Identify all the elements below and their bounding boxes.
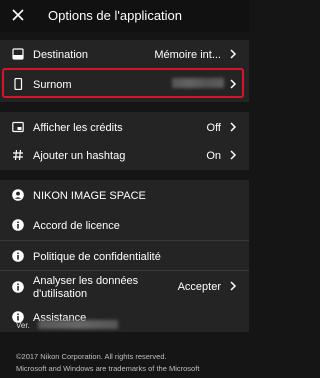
divider bbox=[0, 270, 249, 271]
copyright-line2: Microsoft and Windows are trademarks of … bbox=[16, 364, 200, 373]
nikon-image-space-label: NIKON IMAGE SPACE bbox=[33, 190, 146, 202]
analytics-value: Accepter bbox=[177, 281, 221, 293]
destination-value: Mémoire int... bbox=[154, 49, 221, 61]
info-icon bbox=[12, 250, 24, 262]
nikon-image-space-row[interactable]: NIKON IMAGE SPACE bbox=[0, 183, 249, 207]
page-title: Options de l'application bbox=[48, 8, 183, 23]
credits-label: Afficher les crédits bbox=[33, 122, 123, 134]
info-icon bbox=[12, 281, 24, 293]
version-label: Ver. bbox=[16, 321, 30, 330]
chevron-right-icon bbox=[230, 150, 237, 160]
license-label: Accord de licence bbox=[33, 220, 120, 232]
version-number-redacted bbox=[38, 320, 118, 329]
highlight-frame bbox=[2, 68, 244, 98]
user-icon bbox=[12, 189, 24, 201]
info-group: NIKON IMAGE SPACE Accord de licence Poli… bbox=[0, 180, 249, 332]
credits-icon bbox=[12, 121, 24, 133]
chevron-right-icon bbox=[230, 49, 237, 59]
credits-value: Off bbox=[206, 122, 221, 134]
hashtag-label: Ajouter un hashtag bbox=[33, 150, 126, 162]
hashtag-icon bbox=[13, 149, 23, 161]
analytics-label-line2: d'utilisation bbox=[33, 288, 88, 300]
hashtag-value: On bbox=[206, 150, 221, 162]
credits-row[interactable]: Afficher les crédits Off bbox=[0, 115, 249, 139]
storage-icon bbox=[12, 48, 24, 60]
info-icon bbox=[12, 219, 24, 231]
license-row[interactable]: Accord de licence bbox=[0, 213, 249, 237]
share-settings-group: Afficher les crédits Off Ajouter un hash… bbox=[0, 112, 249, 170]
copyright-line1: ©2017 Nikon Corporation. All rights rese… bbox=[16, 352, 167, 361]
chevron-right-icon bbox=[230, 281, 237, 291]
analytics-label-line1: Analyser les données bbox=[33, 275, 139, 287]
privacy-row[interactable]: Politique de confidentialité bbox=[0, 244, 249, 268]
divider bbox=[0, 240, 249, 241]
hashtag-row[interactable]: Ajouter un hashtag On bbox=[0, 143, 249, 167]
chevron-right-icon bbox=[230, 122, 237, 132]
close-icon[interactable] bbox=[10, 7, 26, 23]
app-header: Options de l'application bbox=[0, 0, 249, 32]
analytics-row[interactable]: Analyser les données d'utilisation Accep… bbox=[0, 272, 249, 302]
privacy-label: Politique de confidentialité bbox=[33, 251, 161, 263]
destination-row[interactable]: Destination Mémoire int... bbox=[0, 42, 249, 66]
destination-label: Destination bbox=[33, 49, 89, 61]
